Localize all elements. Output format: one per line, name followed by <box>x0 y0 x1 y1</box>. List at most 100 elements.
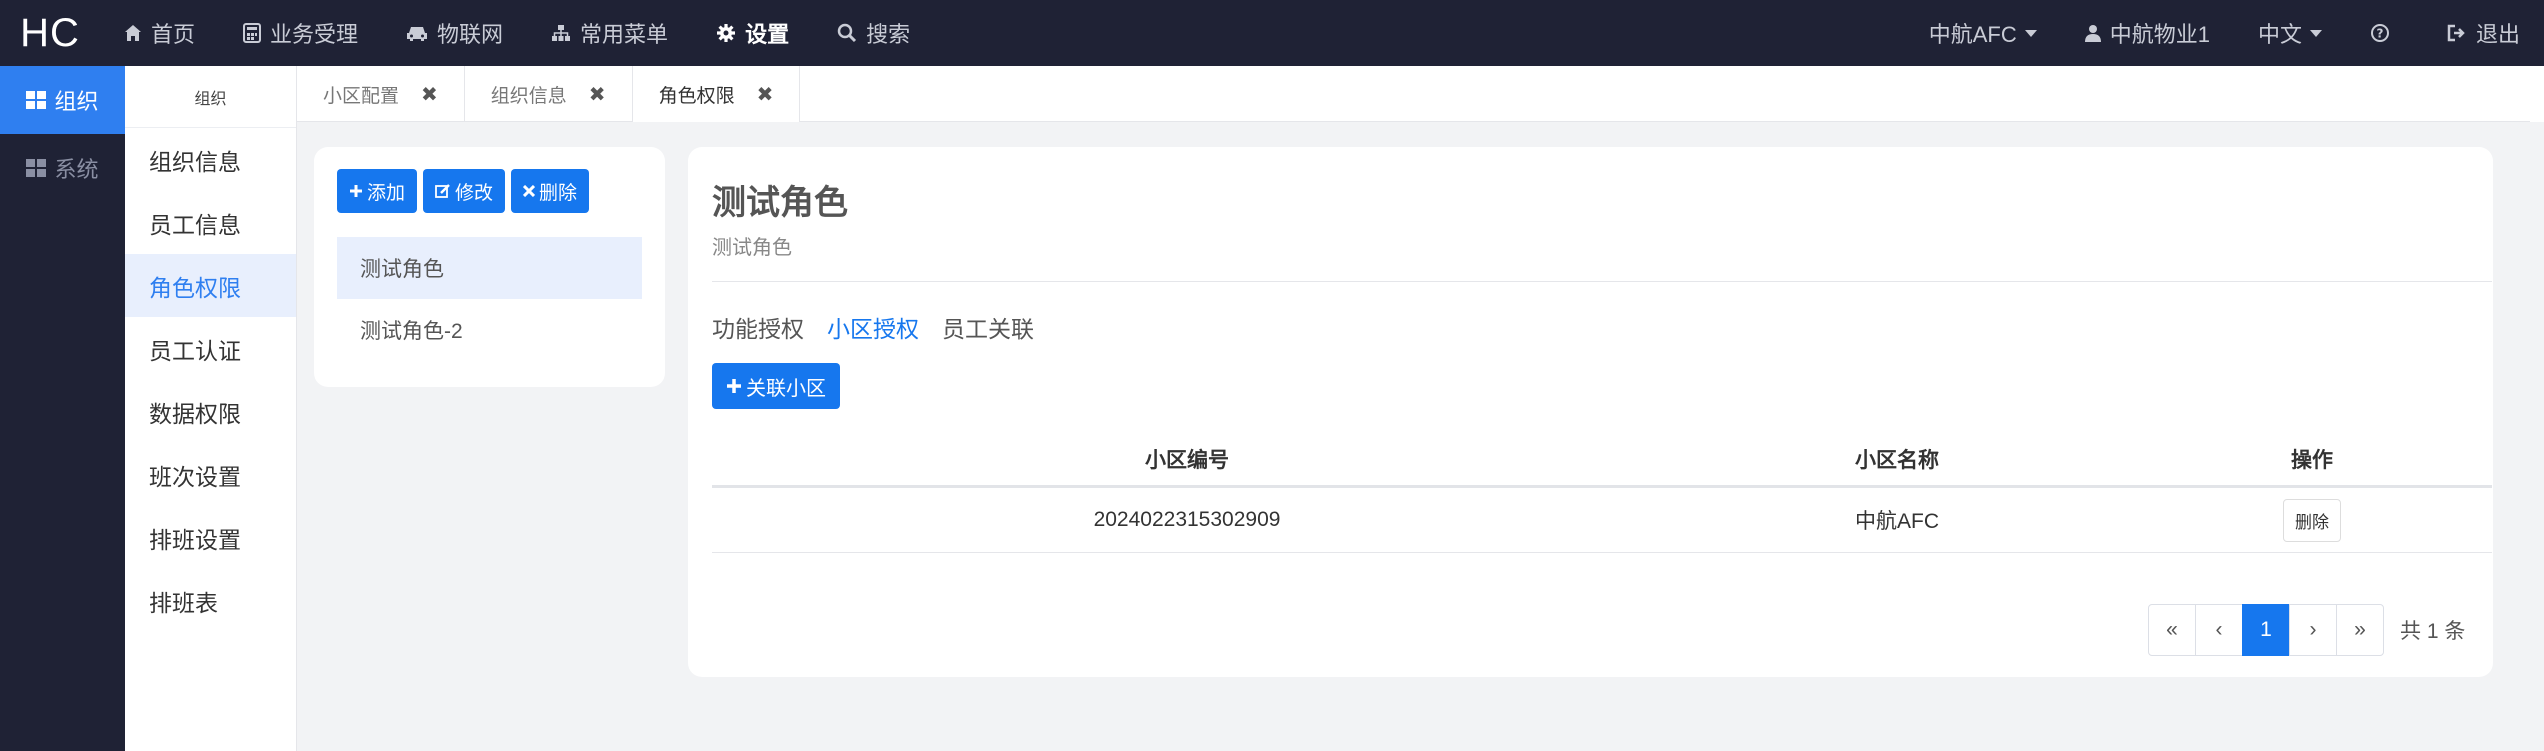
divider <box>712 281 2492 282</box>
tabbar-scroll <box>2530 66 2544 122</box>
logout-button[interactable]: 退出 <box>2423 0 2544 66</box>
add-role-button[interactable]: 添加 <box>337 169 418 213</box>
module-system[interactable]: 系统 <box>0 134 125 202</box>
submenu-item-role-permission[interactable]: 角色权限 <box>125 254 296 317</box>
submenu-item-staff-auth[interactable]: 员工认证 <box>125 317 296 380</box>
delete-row-button[interactable]: 删除 <box>2283 498 2341 542</box>
tab-label: 角色权限 <box>658 85 735 107</box>
calculator-icon <box>243 23 262 43</box>
plus-icon <box>726 378 742 394</box>
tab-label: 小区配置 <box>323 85 400 107</box>
edit-icon <box>435 183 451 199</box>
submenu-item-org-info[interactable]: 组织信息 <box>125 128 296 191</box>
close-icon[interactable]: ✖ <box>757 82 774 107</box>
nav-settings-label: 设置 <box>745 22 790 47</box>
chevron-down-icon <box>2309 29 2322 37</box>
nav-home[interactable]: 首页 <box>100 0 219 66</box>
nav-home-label: 首页 <box>151 22 196 47</box>
tab-community-config[interactable]: 小区配置 ✖ <box>297 66 465 122</box>
submenu-item-schedule-table[interactable]: 排班表 <box>125 569 296 632</box>
close-icon[interactable]: ✖ <box>421 82 438 107</box>
nav-business[interactable]: 业务受理 <box>219 0 382 66</box>
total-count: 共 1 条 <box>2400 620 2466 643</box>
community-table: 小区编号 小区名称 操作 2024022315302909 中航AFC 删除 <box>712 433 2492 553</box>
help-icon: ? <box>2370 23 2390 43</box>
language-label: 中文 <box>2257 22 2302 47</box>
edit-role-label: 修改 <box>455 182 494 204</box>
cell-action: 删除 <box>2132 498 2492 542</box>
page-prev-button[interactable]: ‹ <box>2195 604 2243 656</box>
column-header-action: 操作 <box>2291 449 2333 472</box>
tab-staff-link[interactable]: 员工关联 <box>942 310 1034 344</box>
page-last-button[interactable]: » <box>2336 604 2384 656</box>
grid-icon <box>26 91 47 109</box>
delete-role-label: 删除 <box>539 182 578 204</box>
community-label: 中航AFC <box>1928 22 2017 47</box>
nav-iot-label: 物联网 <box>437 22 504 47</box>
module-organization[interactable]: 组织 <box>0 66 125 134</box>
nav-iot[interactable]: 物联网 <box>382 0 527 66</box>
nav-search-label: 搜索 <box>866 22 911 47</box>
user-menu[interactable]: 中航物业1 <box>2061 0 2234 66</box>
home-icon <box>124 24 142 42</box>
delete-role-button[interactable]: 删除 <box>511 169 590 213</box>
cell-community-code: 2024022315302909 <box>1093 508 1281 531</box>
nav-search[interactable]: 搜索 <box>813 0 934 66</box>
language-dropdown[interactable]: 中文 <box>2234 0 2346 66</box>
top-navbar: HC 首页 业务受理 物联网 常用菜单 设置 搜索 中航AFC 中航物业1 中文… <box>0 0 2544 66</box>
user-icon <box>2084 24 2101 42</box>
edit-role-button[interactable]: 修改 <box>423 169 506 213</box>
page-next-button[interactable]: › <box>2289 604 2337 656</box>
tab-community-auth[interactable]: 小区授权 <box>827 310 919 344</box>
sitemap-icon <box>551 24 571 42</box>
nav-settings[interactable]: 设置 <box>692 0 813 66</box>
role-item[interactable]: 测试角色-2 <box>337 299 642 361</box>
cell-community-name: 中航AFC <box>1855 510 1939 533</box>
link-community-button[interactable]: 关联小区 <box>712 363 840 409</box>
submenu-item-staff-info[interactable]: 员工信息 <box>125 191 296 254</box>
submenu-item-schedule-settings[interactable]: 排班设置 <box>125 506 296 569</box>
nav-business-label: 业务受理 <box>270 22 359 47</box>
close-icon[interactable]: ✖ <box>589 82 606 107</box>
module-organization-label: 组织 <box>54 89 99 114</box>
tab-function-auth[interactable]: 功能授权 <box>712 310 804 344</box>
role-detail-panel: 测试角色 测试角色 功能授权 小区授权 员工关联 关联小区 小区编号 小区名称 … <box>688 147 2493 677</box>
role-description: 测试角色 <box>712 237 792 259</box>
role-title: 测试角色 <box>712 184 848 222</box>
svg-text:?: ? <box>2377 27 2384 41</box>
module-sidebar: 组织 系统 <box>0 66 125 751</box>
gear-icon <box>716 23 736 43</box>
submenu-item-data-permission[interactable]: 数据权限 <box>125 380 296 443</box>
page-tabs: 小区配置 ✖ 组织信息 ✖ 角色权限 ✖ <box>297 66 2530 122</box>
grid-icon <box>26 159 47 177</box>
tab-role-permission[interactable]: 角色权限 ✖ <box>632 66 801 122</box>
logout-label: 退出 <box>2475 22 2520 47</box>
user-name: 中航物业1 <box>2109 22 2210 47</box>
nav-common-menu-label: 常用菜单 <box>580 22 669 47</box>
column-header-code: 小区编号 <box>1145 449 1229 472</box>
page-number-button[interactable]: 1 <box>2242 604 2290 656</box>
table-row: 2024022315302909 中航AFC 删除 <box>712 488 2492 553</box>
role-actions: 添加 修改 删除 <box>337 169 590 213</box>
tab-org-info[interactable]: 组织信息 ✖ <box>465 66 633 122</box>
column-header-name: 小区名称 <box>1855 449 1939 472</box>
app-logo[interactable]: HC <box>0 11 100 56</box>
submenu-title: 组织 <box>125 66 296 128</box>
search-icon <box>837 23 857 43</box>
car-icon <box>406 24 428 42</box>
page-first-button[interactable]: « <box>2148 604 2196 656</box>
sign-out-icon <box>2447 24 2467 42</box>
times-icon <box>523 185 536 197</box>
main-nav: 首页 业务受理 物联网 常用菜单 设置 搜索 <box>100 0 934 66</box>
table-header: 小区编号 小区名称 操作 <box>712 433 2492 488</box>
pagination: « ‹ 1 › » 共 1 条 <box>2148 604 2466 656</box>
role-item[interactable]: 测试角色 <box>337 237 642 299</box>
role-list-panel: 添加 修改 删除 测试角色 测试角色-2 <box>314 147 665 387</box>
module-system-label: 系统 <box>54 157 99 182</box>
nav-common-menu[interactable]: 常用菜单 <box>527 0 692 66</box>
help-button[interactable]: ? <box>2346 0 2423 66</box>
community-dropdown[interactable]: 中航AFC <box>1905 0 2061 66</box>
link-community-label: 关联小区 <box>746 377 826 400</box>
submenu-item-shift-settings[interactable]: 班次设置 <box>125 443 296 506</box>
navbar-right: 中航AFC 中航物业1 中文 ? 退出 <box>1905 0 2544 66</box>
